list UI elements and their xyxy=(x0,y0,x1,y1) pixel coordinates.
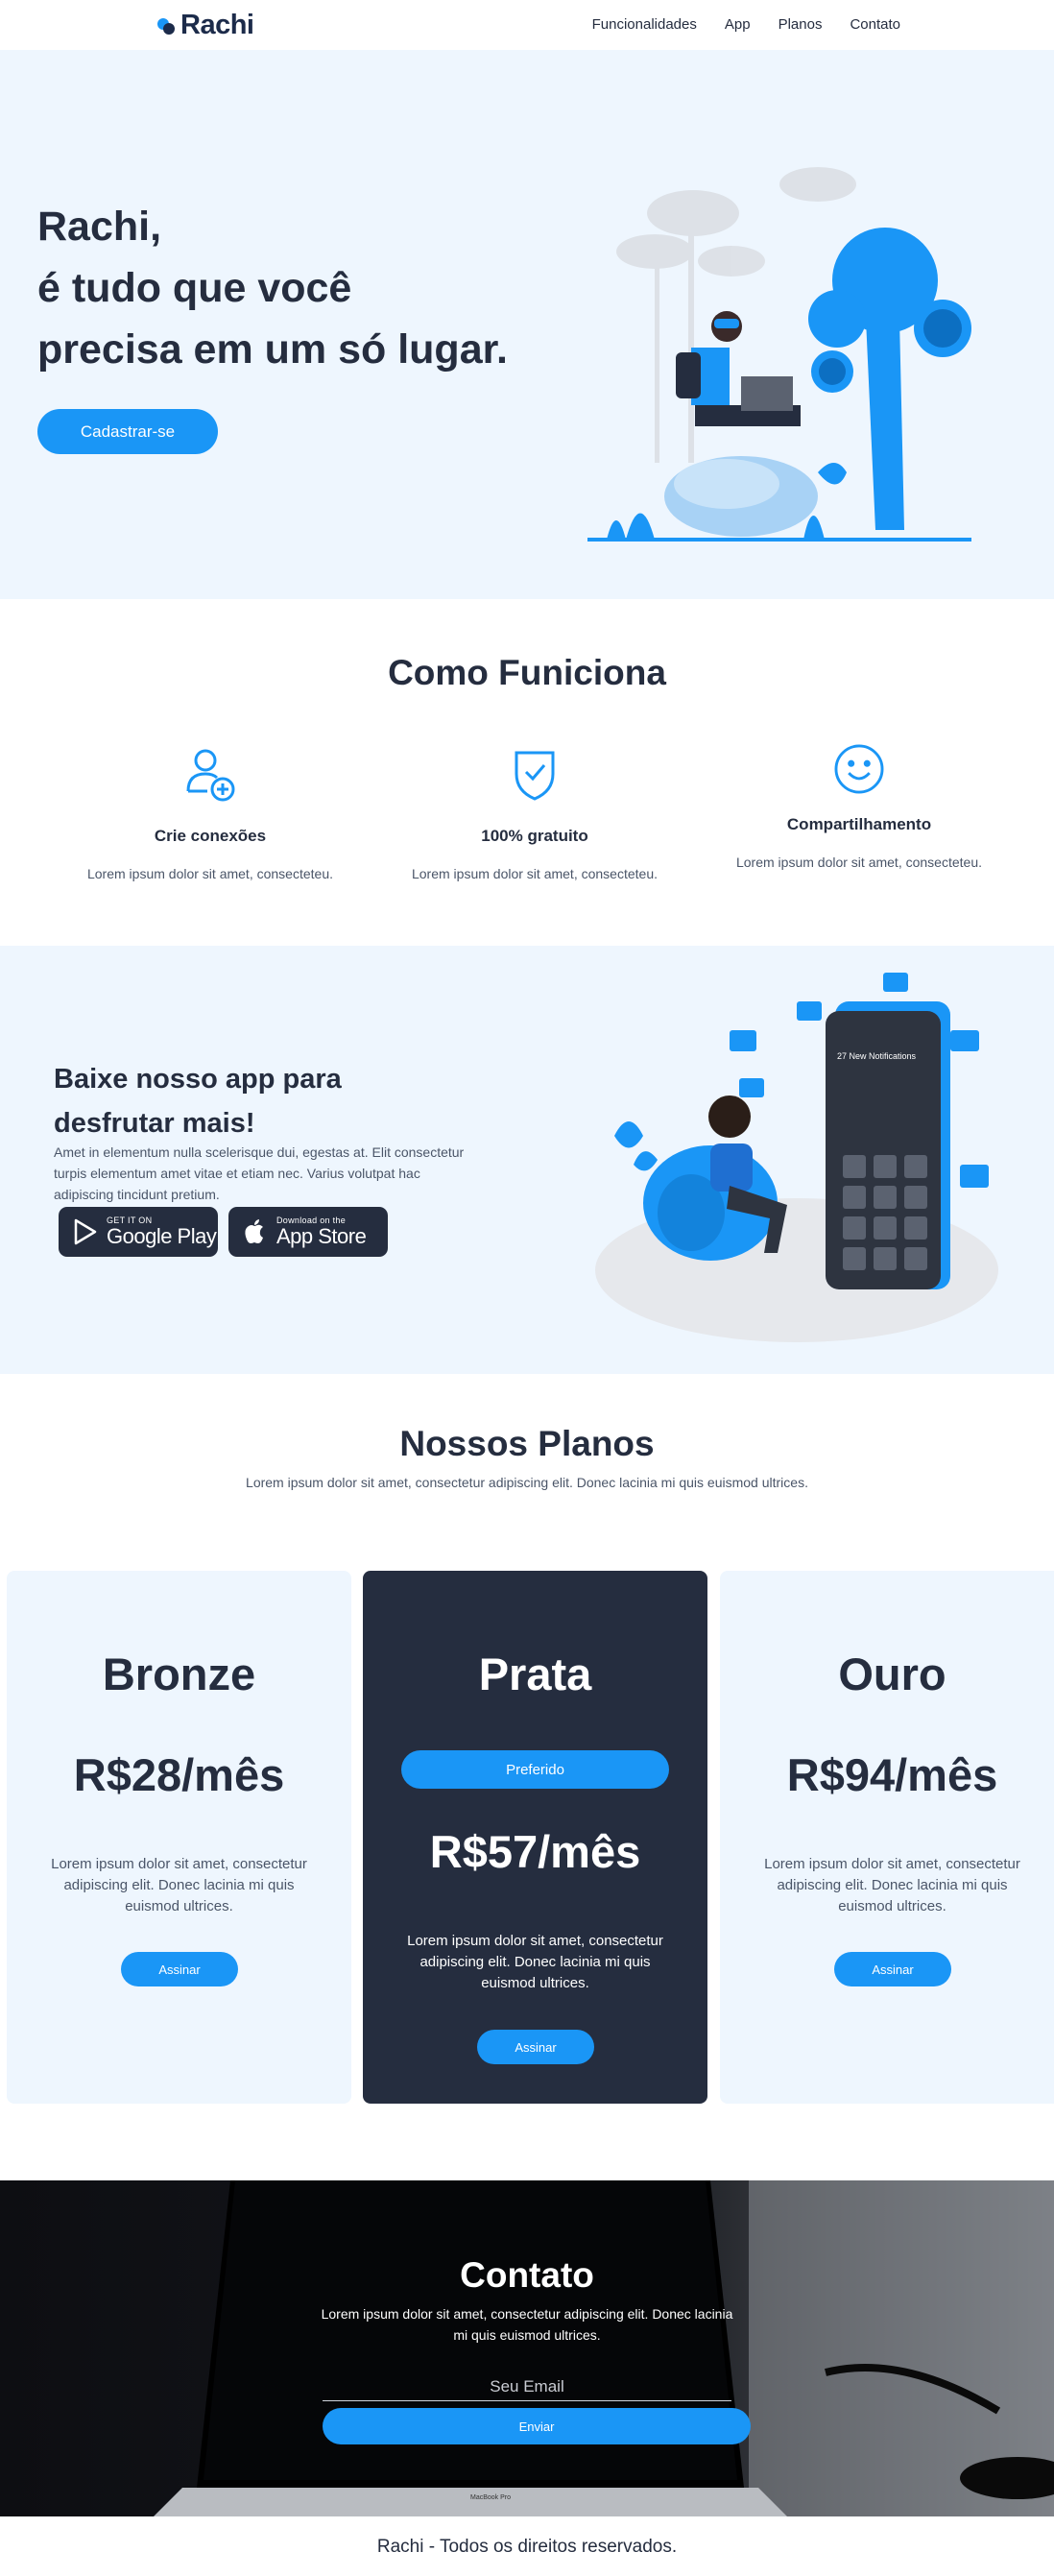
contact-title: Contato xyxy=(460,2255,594,2295)
subscribe-button[interactable]: Assinar xyxy=(834,1952,951,1986)
feature-title: Crie conexões xyxy=(154,827,267,845)
app-title-line: Baixe nosso app para xyxy=(54,1064,342,1095)
plan-price: R$57/mês xyxy=(429,1826,641,1877)
feature-card: Compartilhamento Lorem ipsum dolor sit a… xyxy=(734,741,984,873)
plan-description: Lorem ipsum dolor sit amet, consectetur … xyxy=(764,1856,1020,1914)
plan-description: Lorem ipsum dolor sit amet, consectetur … xyxy=(407,1933,663,1991)
plan-description: Lorem ipsum dolor sit amet, consectetur … xyxy=(51,1856,307,1914)
feature-card: Crie conexões Lorem ipsum dolor sit amet… xyxy=(85,741,335,884)
signup-button[interactable]: Cadastrar-se xyxy=(37,409,218,454)
nav-link-planos[interactable]: Planos xyxy=(779,16,823,33)
feature-card: 100% gratuito Lorem ipsum dolor sit amet… xyxy=(410,741,659,884)
nav-link-app[interactable]: App xyxy=(725,16,751,33)
plans-subtitle: Lorem ipsum dolor sit amet, consectetur … xyxy=(246,1475,808,1490)
brand-logo[interactable]: Rachi xyxy=(157,10,254,41)
app-store-button[interactable]: Download on the App Store xyxy=(228,1207,388,1257)
hero-illustration xyxy=(587,167,971,542)
apple-icon xyxy=(245,1219,263,1243)
contact-section: MacBook Pro Contato Lorem ipsum dolor si… xyxy=(0,2180,1054,2516)
smile-icon xyxy=(834,744,884,794)
plan-card-ouro: Ouro R$94/mês Lorem ipsum dolor sit amet… xyxy=(720,1571,1054,2104)
hero-title-line: precisa em um só lugar. xyxy=(37,326,508,373)
plans-title: Nossos Planos xyxy=(399,1424,655,1463)
nav-links: Funcionalidades App Planos Contato xyxy=(592,16,900,33)
copyright-text: Rachi - Todos os direitos reservados. xyxy=(376,2537,678,2557)
subscribe-button[interactable]: Assinar xyxy=(121,1952,238,1986)
hero-title-line: é tudo que você xyxy=(37,265,352,311)
shield-check-icon xyxy=(515,751,555,801)
feature-text: Lorem ipsum dolor sit amet, consecteteu. xyxy=(86,866,333,881)
plan-name: Bronze xyxy=(102,1649,256,1699)
top-navbar: Rachi Funcionalidades App Planos Contato xyxy=(0,0,1054,50)
nav-link-funcionalidades[interactable]: Funcionalidades xyxy=(592,16,697,33)
contact-description: Lorem ipsum dolor sit amet, consectetur … xyxy=(321,2306,733,2343)
google-play-button[interactable]: GET IT ON Google Play xyxy=(59,1207,218,1257)
feature-title: Compartilhamento xyxy=(786,815,932,833)
subscribe-button[interactable]: Assinar xyxy=(477,2030,594,2064)
logo-icon xyxy=(157,16,177,36)
plan-name: Prata xyxy=(478,1649,592,1699)
plan-price: R$28/mês xyxy=(73,1749,285,1800)
hero-section: Rachi, é tudo que você precisa em um só … xyxy=(0,50,1054,599)
feature-text: Lorem ipsum dolor sit amet, consecteteu. xyxy=(735,855,982,870)
hero-title: Rachi, é tudo que você precisa em um só … xyxy=(37,196,508,380)
footer: Rachi - Todos os direitos reservados. xyxy=(0,2516,1054,2576)
how-it-works-title: Como Funiciona xyxy=(388,653,666,692)
user-plus-icon xyxy=(186,749,235,802)
app-store-label: App Store xyxy=(276,1224,367,1248)
nav-link-contato[interactable]: Contato xyxy=(850,16,900,33)
feature-text: Lorem ipsum dolor sit amet, consecteteu. xyxy=(411,866,658,881)
preferred-badge: Preferido xyxy=(401,1750,669,1789)
brand-name: Rachi xyxy=(180,10,254,40)
plan-price: R$94/mês xyxy=(786,1749,998,1800)
play-icon xyxy=(74,1218,97,1245)
plans-section: Nossos Planos Lorem ipsum dolor sit amet… xyxy=(0,1374,1054,2180)
hero-title-line: Rachi, xyxy=(37,204,162,250)
plan-name: Ouro xyxy=(838,1649,946,1699)
app-title: Baixe nosso app para desfrutar mais! xyxy=(54,1057,342,1145)
app-title-line: desfrutar mais! xyxy=(54,1108,255,1139)
google-play-label: Google Play xyxy=(107,1224,217,1248)
how-it-works-section: Como Funiciona Crie conexões Lorem ipsum… xyxy=(0,599,1054,946)
plan-card-prata: Prata Preferido R$57/mês Lorem ipsum dol… xyxy=(363,1571,707,2104)
app-illustration: 27 New Notifications xyxy=(595,973,998,1342)
email-input[interactable] xyxy=(323,2372,731,2401)
app-download-section: Baixe nosso app para desfrutar mais! Ame… xyxy=(0,946,1054,1374)
send-button[interactable]: Enviar xyxy=(323,2408,751,2444)
plan-card-bronze: Bronze R$28/mês Lorem ipsum dolor sit am… xyxy=(7,1571,351,2104)
laptop-background-image: MacBook Pro xyxy=(0,2180,1054,2516)
feature-title: 100% gratuito xyxy=(481,827,588,845)
app-description: Amet in elementum nulla scelerisque dui,… xyxy=(54,1144,465,1202)
phone-notification-text: 27 New Notifications xyxy=(837,1051,917,1061)
laptop-brand-text: MacBook Pro xyxy=(470,2494,511,2501)
